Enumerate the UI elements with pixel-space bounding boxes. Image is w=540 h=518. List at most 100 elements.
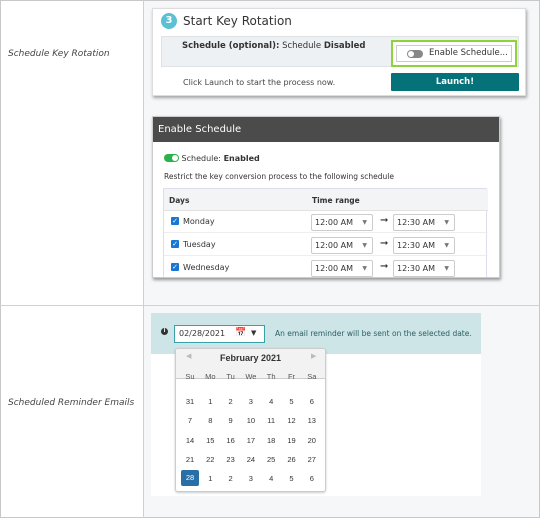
calendar-day[interactable]: 11 — [261, 416, 281, 425]
header-days: Days — [169, 196, 190, 205]
start-time-select[interactable]: 12:00 AM ▼ — [311, 214, 373, 231]
toggle-state: Enabled — [223, 154, 260, 163]
calendar-day[interactable]: 2 — [221, 474, 241, 483]
end-time-value: 12:30 AM — [397, 241, 435, 250]
day-checkbox[interactable]: ✓ — [171, 240, 179, 248]
date-picker: ◀ February 2021 ▶ Su Mo Tu We Th Fr Sa 31 1 2 3 4 5 6… — [175, 348, 326, 492]
row-divider — [0, 305, 540, 306]
end-time-select[interactable]: 12:30 AM ▼ — [393, 214, 455, 231]
calendar-day[interactable]: 7 — [180, 416, 200, 425]
info-icon: i — [161, 328, 168, 335]
schedule-description: Restrict the key conversion process to t… — [164, 172, 394, 181]
day-checkbox[interactable]: ✓ — [171, 263, 179, 271]
weekday-label: Su — [185, 372, 195, 381]
enable-schedule-label: Enable Schedule... — [429, 48, 508, 58]
calendar-day[interactable]: 21 — [180, 455, 200, 464]
schedule-status: Schedule (optional): Schedule Disabled — [182, 41, 365, 51]
chevron-down-icon: ▼ — [362, 265, 367, 272]
calendar-day[interactable]: 6 — [302, 474, 322, 483]
calendar-icon[interactable]: 📅 — [235, 326, 246, 341]
enable-schedule-dialog: Enable Schedule Schedule: Enabled Restri… — [152, 116, 500, 278]
launch-button[interactable]: Launch! — [391, 73, 519, 91]
calendar-day[interactable]: 15 — [200, 436, 220, 445]
schedule-row: ✓ Monday 12:00 AM ▼ ➞ 12:30 AM ▼ — [164, 211, 488, 233]
end-time-select[interactable]: 12:30 AM ▼ — [393, 237, 455, 254]
end-time-value: 12:30 AM — [397, 264, 435, 273]
header-time-range: Time range — [312, 196, 360, 205]
schedule-toggle[interactable] — [164, 154, 179, 162]
arrow-right-icon: ➞ — [380, 215, 389, 226]
calendar-day[interactable]: 1 — [200, 474, 220, 483]
step-badge: 3 — [161, 13, 177, 29]
row-label: Scheduled Reminder Emails — [8, 398, 135, 408]
calendar-day[interactable]: 24 — [241, 455, 261, 464]
weekday-label: Tu — [226, 372, 235, 381]
schedule-label: Schedule (optional): — [182, 41, 280, 51]
chevron-down-icon: ▼ — [362, 219, 367, 226]
toggle-off-icon — [407, 50, 423, 58]
schedule-text: Schedule — [282, 41, 322, 51]
end-time-select[interactable]: 12:30 AM ▼ — [393, 260, 455, 277]
date-input[interactable]: 02/28/2021 📅 ▼ — [174, 325, 265, 343]
calendar-day[interactable]: 22 — [200, 455, 220, 464]
day-checkbox[interactable]: ✓ — [171, 217, 179, 225]
calendar-day[interactable]: 2 — [221, 397, 241, 406]
calendar-day[interactable]: 3 — [241, 474, 261, 483]
calendar-day[interactable]: 5 — [282, 474, 302, 483]
day-label: Tuesday — [183, 240, 216, 249]
calendar-day[interactable]: 16 — [221, 436, 241, 445]
calendar-day[interactable]: 1 — [200, 397, 220, 406]
calendar-day[interactable]: 10 — [241, 416, 261, 425]
weekday-label: Sa — [307, 372, 317, 381]
start-time-select[interactable]: 12:00 AM ▼ — [311, 237, 373, 254]
calendar-day[interactable]: 5 — [282, 397, 302, 406]
weekday-label: Mo — [205, 372, 216, 381]
chevron-down-icon: ▼ — [362, 242, 367, 249]
reminder-note: An email reminder will be sent on the se… — [275, 329, 472, 338]
calendar-day[interactable]: 19 — [282, 436, 302, 445]
calendar-day[interactable]: 13 — [302, 416, 322, 425]
toggle-label: Schedule: — [181, 154, 222, 163]
weekday-label: Th — [266, 372, 276, 381]
schedule-row: ✓ Tuesday 12:00 AM ▼ ➞ 12:30 AM ▼ — [164, 234, 488, 256]
calendar-month: February 2021 — [219, 353, 282, 363]
calendar-day[interactable]: 26 — [282, 455, 302, 464]
date-value: 02/28/2021 — [179, 329, 226, 338]
calendar-day[interactable]: 18 — [261, 436, 281, 445]
calendar-day[interactable]: 17 — [241, 436, 261, 445]
calendar-day[interactable]: 25 — [261, 455, 281, 464]
schedule-state: Disabled — [323, 41, 366, 51]
caret-down-icon[interactable]: ▼ — [251, 326, 256, 341]
day-label: Monday — [183, 217, 215, 226]
start-time-value: 12:00 AM — [315, 264, 353, 273]
day-label: Wednesday — [183, 263, 230, 272]
calendar-day[interactable]: 4 — [261, 397, 281, 406]
calendar-day[interactable]: 8 — [200, 416, 220, 425]
chevron-down-icon: ▼ — [444, 219, 449, 226]
calendar-day[interactable]: 4 — [261, 474, 281, 483]
card-title: Start Key Rotation — [183, 14, 292, 28]
calendar-day[interactable]: 9 — [221, 416, 241, 425]
calendar-day[interactable]: 31 — [180, 397, 200, 406]
calendar-day-selected[interactable]: 28 — [181, 470, 199, 487]
next-month-icon[interactable]: ▶ — [311, 352, 316, 360]
calendar-day[interactable]: 27 — [302, 455, 322, 464]
schedule-table: Days Time range ✓ Monday 12:00 AM ▼ ➞ 12:… — [163, 188, 488, 277]
calendar-day[interactable]: 6 — [302, 397, 322, 406]
enable-schedule-button[interactable]: Enable Schedule... — [391, 40, 517, 67]
weekday-label: We — [245, 372, 257, 381]
dialog-title: Enable Schedule — [153, 117, 499, 142]
calendar-day[interactable]: 3 — [241, 397, 261, 406]
calendar-day[interactable]: 14 — [180, 436, 200, 445]
calendar-day[interactable]: 12 — [282, 416, 302, 425]
calendar-day[interactable]: 20 — [302, 436, 322, 445]
calendar-day[interactable]: 23 — [221, 455, 241, 464]
schedule-row: ✓ Wednesday 12:00 AM ▼ ➞ 12:30 AM ▼ — [164, 257, 488, 277]
start-key-rotation-card: 3 Start Key Rotation Schedule (optional)… — [152, 8, 526, 96]
launch-hint: Click Launch to start the process now. — [183, 78, 336, 87]
start-time-value: 12:00 AM — [315, 218, 353, 227]
table-header: Days Time range — [164, 189, 488, 211]
start-time-value: 12:00 AM — [315, 241, 353, 250]
start-time-select[interactable]: 12:00 AM ▼ — [311, 260, 373, 277]
weekday-label: Fr — [287, 372, 296, 381]
